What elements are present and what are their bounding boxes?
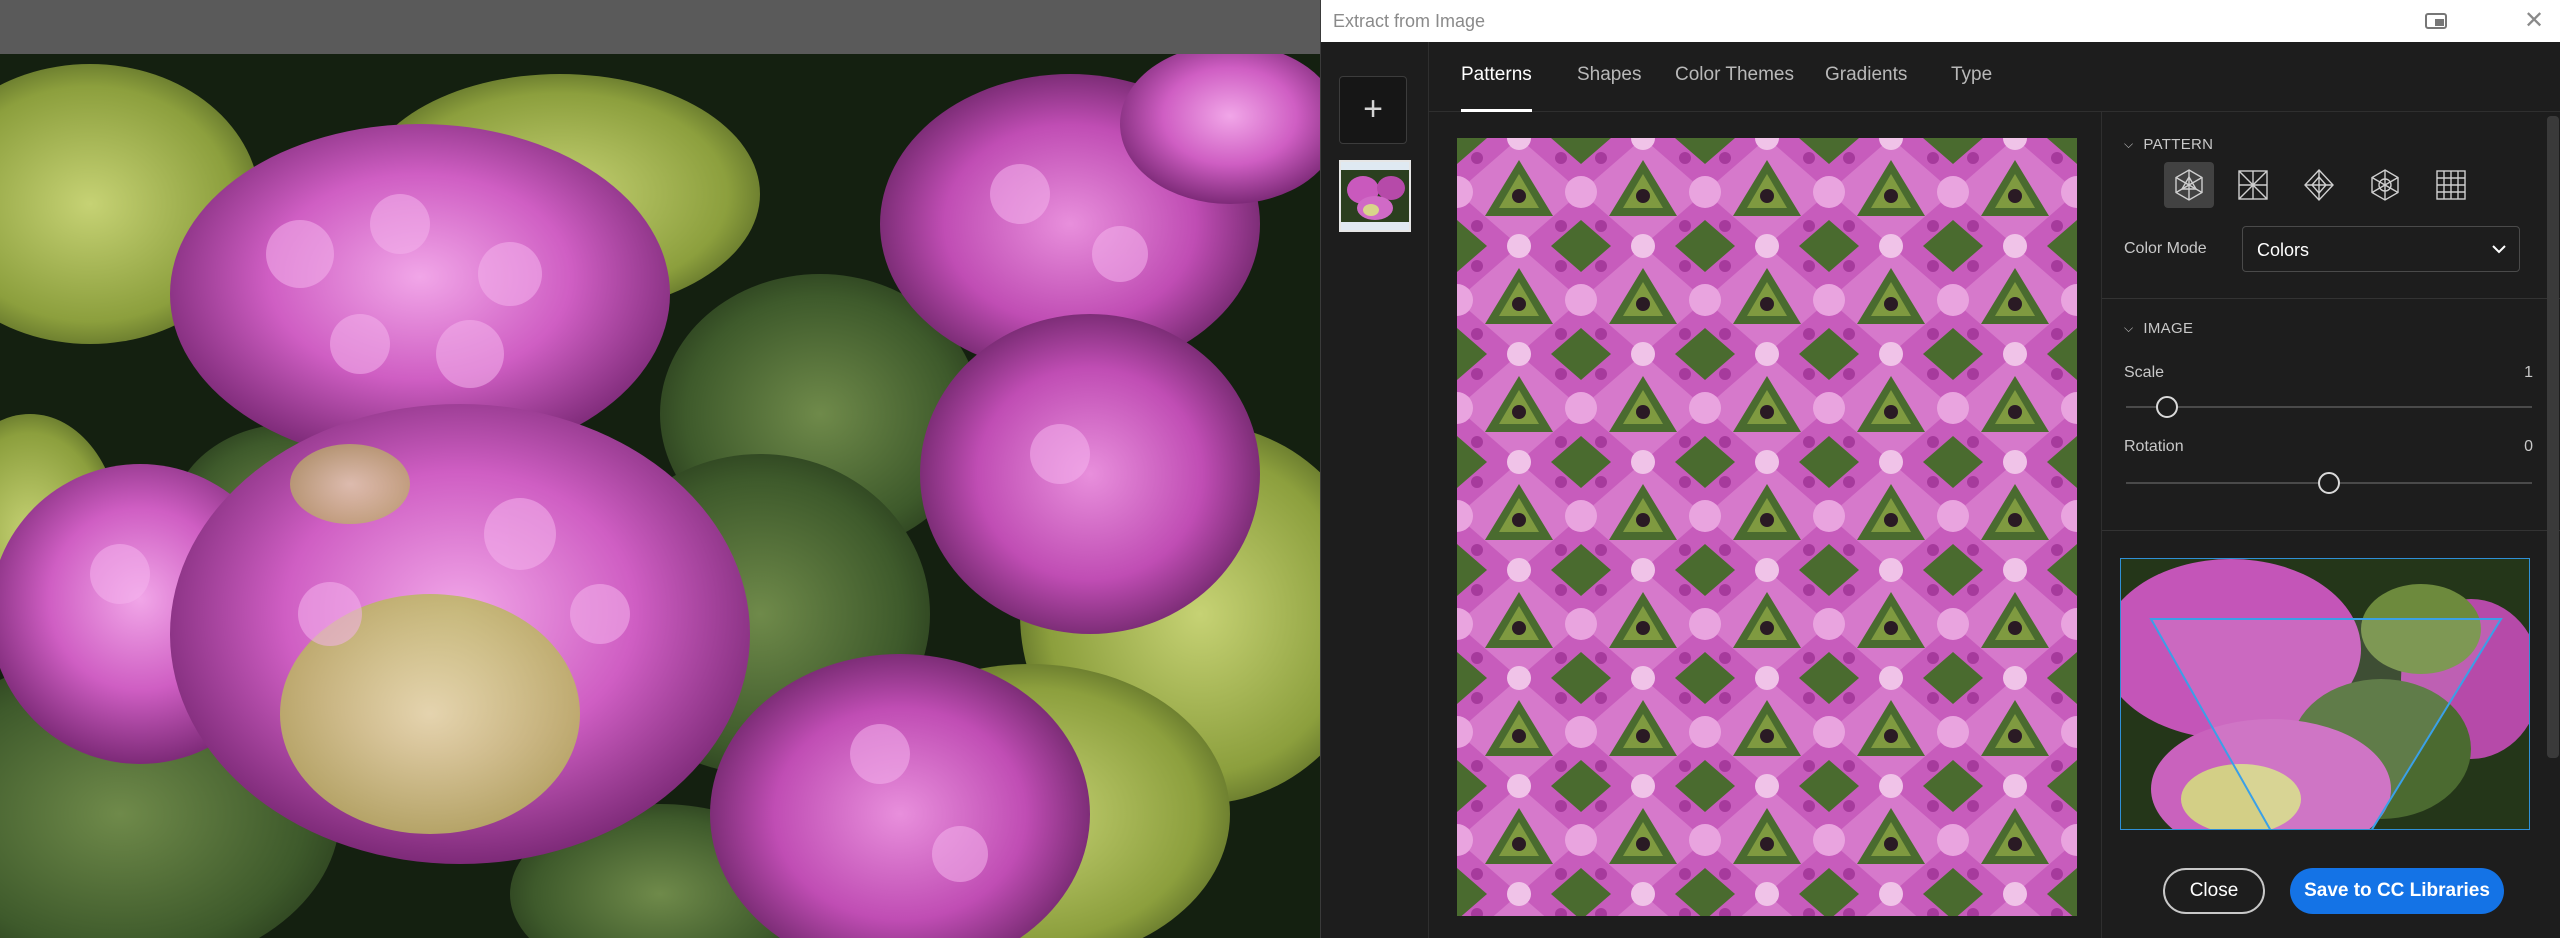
rotation-label: Rotation [2124, 438, 2184, 455]
grid-diamond-icon[interactable] [2294, 162, 2344, 208]
panel-scrollbar[interactable] [2547, 116, 2559, 758]
extract-dialog: Extract from Image ✕ + Patterns Shapes C… [1320, 0, 2560, 938]
grid-hexagon-triangles-icon[interactable] [2164, 162, 2214, 208]
source-photo [0, 54, 1320, 938]
tab-color-themes[interactable]: Color Themes [1675, 64, 1794, 112]
scale-label: Scale [2124, 364, 2165, 381]
tab-gradients[interactable]: Gradients [1825, 64, 1907, 112]
image-heading: IMAGE [2143, 320, 2194, 337]
color-mode-value: Colors [2257, 240, 2310, 260]
extract-thumbnail[interactable] [1339, 160, 1411, 232]
scale-value: 1 [2524, 364, 2533, 381]
dialog-titlebar: Extract from Image ✕ [1321, 0, 2560, 42]
scale-slider-track[interactable] [2126, 406, 2532, 408]
dialog-title: Extract from Image [1333, 11, 1486, 31]
add-extract-button[interactable]: + [1339, 76, 1407, 144]
pattern-section-header[interactable]: ⌵ PATTERN [2124, 136, 2213, 153]
section-divider [2102, 530, 2560, 531]
canvas-toolbar [0, 0, 1320, 54]
close-button[interactable]: Close [2163, 868, 2265, 914]
pattern-heading: PATTERN [2143, 136, 2214, 153]
scale-slider-thumb[interactable] [2155, 396, 2178, 418]
pattern-preview [1457, 138, 2077, 916]
pip-window-icon[interactable] [2423, 10, 2449, 32]
save-to-libraries-button[interactable]: Save to CC Libraries [2290, 868, 2504, 914]
properties-panel: ⌵ PATTERN Color Mode Colors ⌵ IMAGE Scal… [2101, 112, 2560, 938]
close-icon[interactable]: ✕ [2517, 4, 2551, 38]
tab-patterns[interactable]: Patterns [1461, 64, 1532, 112]
source-canvas [0, 0, 1320, 938]
rotation-value: 0 [2524, 438, 2533, 455]
image-section-header[interactable]: ⌵ IMAGE [2124, 320, 2193, 337]
grid-hexagon-icon[interactable] [2360, 162, 2410, 208]
source-crop-preview[interactable] [2120, 558, 2530, 830]
chevron-down-icon [2489, 239, 2509, 259]
color-mode-select[interactable]: Colors [2242, 226, 2520, 272]
app-window: Extract from Image ✕ + Patterns Shapes C… [0, 0, 2560, 938]
extract-tabs: Patterns Shapes Color Themes Gradients T… [1429, 42, 2560, 112]
grid-square-diagonal-icon[interactable] [2228, 162, 2278, 208]
chevron-down-icon: ⌵ [2124, 321, 2134, 335]
tab-type[interactable]: Type [1951, 64, 1992, 112]
section-divider [2102, 298, 2560, 299]
rotation-slider-thumb[interactable] [2318, 472, 2340, 494]
grid-square-grid-icon[interactable] [2426, 162, 2476, 208]
color-mode-label: Color Mode [2124, 240, 2207, 257]
extract-rail: + [1321, 42, 1429, 938]
tab-shapes[interactable]: Shapes [1577, 64, 1641, 112]
chevron-down-icon: ⌵ [2124, 137, 2134, 151]
